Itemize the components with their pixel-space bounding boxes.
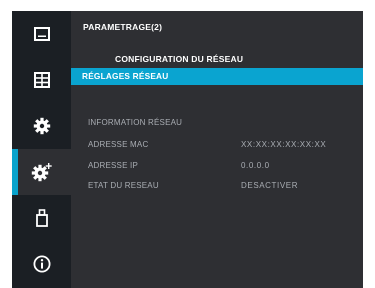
sidebar (12, 11, 71, 288)
sidebar-item-settings[interactable] (12, 103, 71, 149)
sidebar-item-usb[interactable] (12, 195, 71, 241)
row-value: XX:XX:XX:XX:XX:XX (241, 140, 327, 149)
row-value: DESACTIVER (241, 181, 299, 190)
usb-icon (35, 209, 48, 227)
row-label: ETAT DU RESEAU (88, 181, 159, 190)
row-label: ADRESSE IP (88, 161, 139, 170)
grid-icon (33, 72, 50, 88)
section-title: INFORMATION RÉSEAU (88, 118, 183, 127)
menu-item-label: RÉGLAGES RÉSEAU (82, 71, 169, 81)
sidebar-item-picture[interactable] (12, 11, 71, 57)
settings-screen: PARAMETRAGE(2) CONFIGURATION DU RÉSEAU R… (12, 11, 363, 288)
info-row-mac: ADRESSE MAC XX:XX:XX:XX:XX:XX (88, 140, 356, 152)
gear-plus-icon (31, 163, 52, 182)
image-icon (33, 27, 50, 41)
sidebar-item-apps[interactable] (12, 57, 71, 103)
sidebar-item-advanced-settings[interactable] (12, 149, 71, 195)
page-title: PARAMETRAGE(2) (83, 22, 163, 32)
gear-icon (33, 117, 50, 135)
sidebar-item-info[interactable] (12, 241, 71, 287)
settings-panel: PARAMETRAGE(2) CONFIGURATION DU RÉSEAU R… (71, 11, 363, 288)
menu-item-network-settings[interactable]: RÉGLAGES RÉSEAU (71, 68, 363, 85)
page-subtitle: CONFIGURATION DU RÉSEAU (115, 54, 244, 64)
row-value: 0.0.0.0 (241, 161, 270, 170)
info-row-network-status: ETAT DU RESEAU DESACTIVER (88, 181, 356, 193)
row-label: ADRESSE MAC (88, 140, 149, 149)
info-row-ip: ADRESSE IP 0.0.0.0 (88, 161, 356, 173)
info-icon (33, 255, 50, 273)
